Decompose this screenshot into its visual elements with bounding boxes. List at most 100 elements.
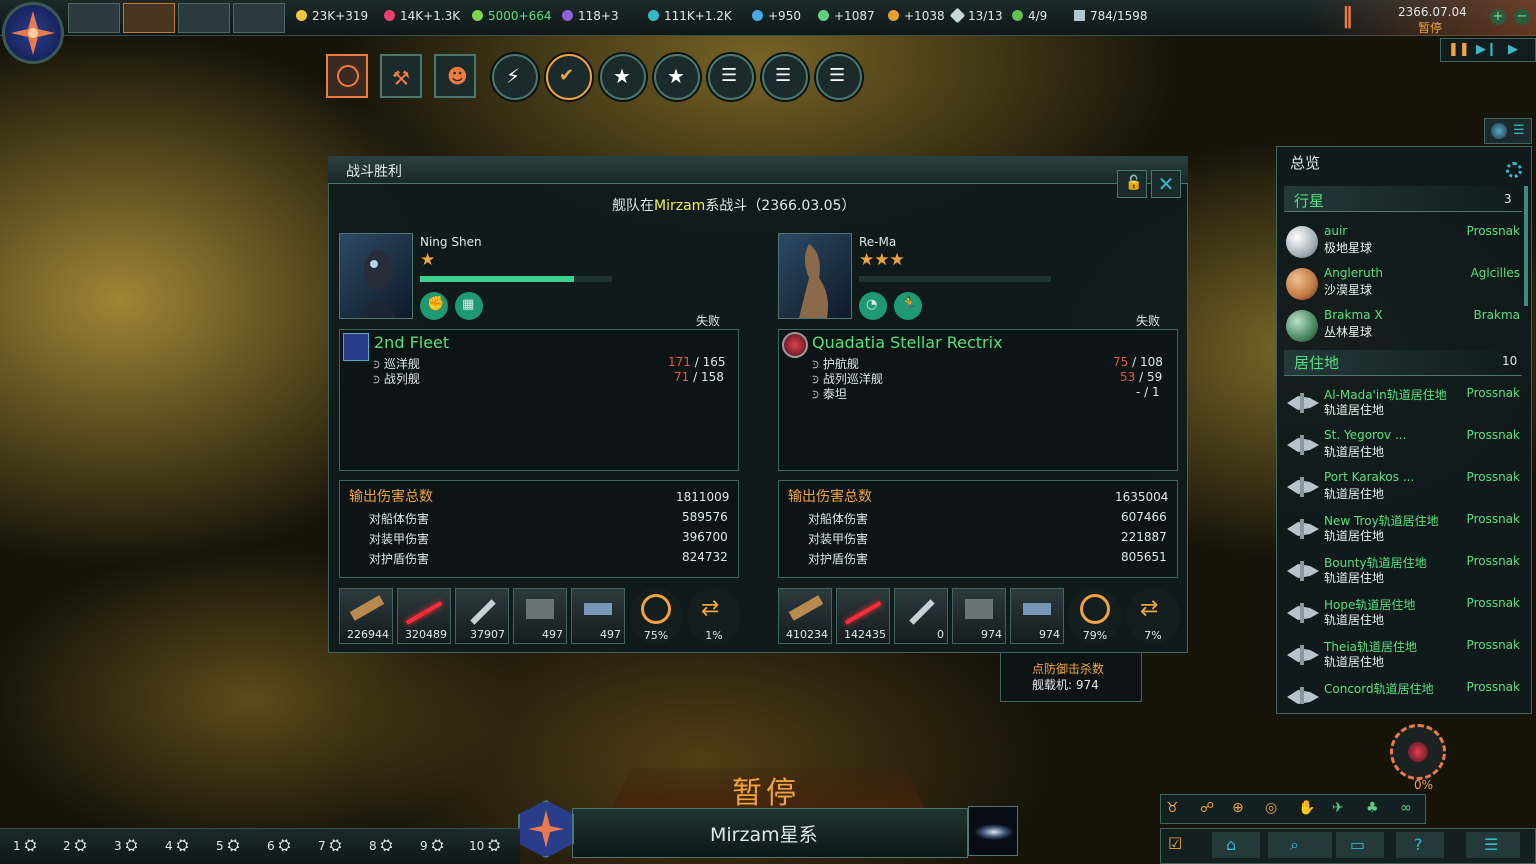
alert-leader-button[interactable]: ☻ bbox=[434, 54, 476, 98]
trait-armor-icon[interactable]: ▦ bbox=[455, 292, 483, 320]
outliner-scrollbar[interactable] bbox=[1524, 186, 1528, 306]
resource-physics[interactable]: +950 bbox=[752, 9, 801, 23]
situation-log-icon[interactable] bbox=[123, 3, 175, 33]
speed-up-icon[interactable]: + bbox=[1490, 9, 1506, 25]
trait-runner-icon[interactable]: 🏃 bbox=[894, 292, 922, 320]
habitat-icon bbox=[1287, 519, 1319, 539]
alert-anomaly-button[interactable]: ✔ bbox=[546, 54, 592, 100]
list-item-habitat-7[interactable]: Concord轨道居住地 Prossnak bbox=[1284, 680, 1522, 704]
links-icon[interactable]: ∞ bbox=[1400, 800, 1412, 816]
alert-timer-button[interactable] bbox=[326, 54, 368, 98]
weapon-pointdefense-left[interactable]: 497 bbox=[513, 588, 567, 644]
main-menu-button[interactable]: ☰ bbox=[1466, 832, 1520, 858]
system-owner-emblem[interactable] bbox=[518, 800, 574, 858]
leader-portrait-right[interactable] bbox=[778, 233, 852, 319]
contacts-icon[interactable] bbox=[68, 3, 120, 33]
resource-food[interactable]: 5000+664 bbox=[472, 9, 552, 23]
diplomacy-icon[interactable]: ✋ bbox=[1298, 800, 1315, 816]
evasion-right[interactable]: ⇄ 7% bbox=[1126, 588, 1180, 644]
resource-society[interactable]: +1087 bbox=[818, 9, 875, 23]
weapon-kinetic-right[interactable]: 410234 bbox=[778, 588, 832, 644]
fleet-group-2[interactable]: 2 ⛭ bbox=[63, 836, 86, 854]
weapon-kinetic-left[interactable]: 226944 bbox=[339, 588, 393, 644]
weapon-strikecraft-left[interactable]: 497 bbox=[571, 588, 625, 644]
ship-count-right-1: 53 / 59 bbox=[1120, 370, 1163, 384]
pause-icon[interactable]: ‖ bbox=[1342, 6, 1362, 28]
empire-emblem-icon[interactable] bbox=[2, 2, 64, 64]
fleet-group-4[interactable]: 4 ⛭ bbox=[165, 836, 188, 854]
map-mode-icon-1[interactable]: ♉ bbox=[1166, 800, 1179, 816]
resource-influence[interactable]: 118+3 bbox=[562, 9, 619, 23]
list-item-planet-1[interactable]: Angleruth 沙漠星球 Aglcilles bbox=[1284, 266, 1522, 306]
trait-aggressive-icon[interactable]: ✊ bbox=[420, 292, 448, 320]
hit-chance-left[interactable]: 75% bbox=[629, 588, 683, 644]
ship-count-right-2: - / 1 bbox=[1136, 385, 1160, 399]
fleet-group-7[interactable]: 7 ⛭ bbox=[318, 836, 341, 854]
ship-progress-ring[interactable] bbox=[1390, 724, 1446, 780]
resource-planets[interactable]: 4/9 bbox=[1012, 9, 1047, 23]
play-step-icon[interactable]: ▶❙ bbox=[1476, 42, 1497, 57]
fleet-group-8[interactable]: 8 ⛭ bbox=[369, 836, 392, 854]
alert-construction-button[interactable]: ⚒ bbox=[380, 54, 422, 98]
fleet-group-5[interactable]: 5 ⛭ bbox=[216, 836, 239, 854]
help-button[interactable]: ? bbox=[1396, 832, 1444, 858]
pin-button[interactable]: 🔓 bbox=[1117, 170, 1147, 198]
list-item-habitat-1[interactable]: St. Yegorov ... 轨道居住地 Prossnak bbox=[1284, 428, 1522, 468]
map-mode-icon-3[interactable]: ⊕ bbox=[1232, 800, 1244, 816]
system-name[interactable]: Mirzam星系 bbox=[710, 820, 818, 847]
fleet-group-9[interactable]: 9 ⛭ bbox=[420, 836, 443, 854]
trade-icon[interactable]: ✈ bbox=[1332, 800, 1344, 816]
pause-small-icon[interactable]: ❚❚ bbox=[1448, 42, 1470, 57]
trait-tactician-icon[interactable]: ◔ bbox=[859, 292, 887, 320]
resource-unity[interactable]: 111K+1.2K bbox=[648, 9, 732, 23]
map-mode-icon-4[interactable]: ◎ bbox=[1265, 800, 1277, 816]
list-item-habitat-2[interactable]: Port Karakos ... 轨道居住地 Prossnak bbox=[1284, 470, 1522, 510]
close-button[interactable]: ✕ bbox=[1151, 170, 1181, 198]
alert-edict-button-1[interactable]: ☰ bbox=[708, 54, 754, 100]
leader-portrait-left[interactable] bbox=[339, 233, 413, 319]
list-item-planet-2[interactable]: Brakma X 丛林星球 Brakma bbox=[1284, 308, 1522, 348]
species-icon[interactable]: ♣ bbox=[1366, 800, 1379, 816]
list-item-habitat-0[interactable]: Al-Mada'in轨道居住地 轨道居住地 Prossnak bbox=[1284, 386, 1522, 426]
resource-minerals[interactable]: 14K+1.3K bbox=[384, 9, 460, 23]
weapon-laser-right[interactable]: 142435 bbox=[836, 588, 890, 644]
map-mode-icon-2[interactable]: ☍ bbox=[1200, 800, 1214, 816]
fleet-group-10[interactable]: 10 ⛭ bbox=[469, 836, 500, 854]
rank-chevron-icon: ⪾ bbox=[812, 387, 823, 401]
speed-down-icon[interactable]: − bbox=[1514, 9, 1530, 25]
settings-gear-icon[interactable] bbox=[1506, 162, 1522, 178]
alert-promote-button-2[interactable]: ★ bbox=[654, 54, 700, 100]
list-item-habitat-4[interactable]: Bounty轨道居住地 轨道居住地 Prossnak bbox=[1284, 554, 1522, 594]
alert-edict-button-2[interactable]: ☰ bbox=[762, 54, 808, 100]
fleet-group-1[interactable]: 1 ⛭ bbox=[13, 836, 36, 854]
evasion-left[interactable]: ⇄ 1% bbox=[687, 588, 741, 644]
checklist-icon[interactable]: ☑ bbox=[1168, 834, 1182, 853]
galaxy-view-button[interactable]: ⌂ bbox=[1212, 832, 1260, 858]
market-icon[interactable] bbox=[233, 3, 285, 33]
fleet-group-3[interactable]: 3 ⛭ bbox=[114, 836, 137, 854]
search-button[interactable]: ⌕ bbox=[1268, 832, 1332, 858]
alert-promote-button-1[interactable]: ★ bbox=[600, 54, 646, 100]
weapon-missile-right[interactable]: 0 bbox=[894, 588, 948, 644]
list-item-planet-0[interactable]: auir 极地星球 Prossnak bbox=[1284, 224, 1522, 264]
list-item-habitat-6[interactable]: Theia轨道居住地 轨道居住地 Prossnak bbox=[1284, 638, 1522, 678]
fast-forward-icon[interactable]: ▶ bbox=[1508, 42, 1518, 57]
resource-edicts[interactable]: 13/13 bbox=[949, 7, 1003, 24]
resource-energy[interactable]: 23K+319 bbox=[296, 9, 368, 23]
weapon-strikecraft-right[interactable]: 974 bbox=[1010, 588, 1064, 644]
list-item-habitat-5[interactable]: Hope轨道居住地 轨道居住地 Prossnak bbox=[1284, 596, 1522, 636]
weapon-missile-left[interactable]: 37907 bbox=[455, 588, 509, 644]
resource-engineering[interactable]: +1038 bbox=[888, 9, 945, 23]
weapon-pointdefense-right[interactable]: 974 bbox=[952, 588, 1006, 644]
list-item-habitat-3[interactable]: New Troy轨道居住地 轨道居住地 Prossnak bbox=[1284, 512, 1522, 552]
alert-event-button[interactable]: ⚡ bbox=[492, 54, 538, 100]
weapon-laser-left[interactable]: 320489 bbox=[397, 588, 451, 644]
outliner-toggle[interactable]: ☰ bbox=[1484, 118, 1532, 144]
alert-edict-button-3[interactable]: ☰ bbox=[816, 54, 862, 100]
resource-fleet[interactable]: 784/1598 bbox=[1074, 9, 1148, 23]
galaxy-view-icon[interactable] bbox=[968, 806, 1018, 856]
fleet-group-6[interactable]: 6 ⛭ bbox=[267, 836, 290, 854]
messages-button[interactable]: ▭ bbox=[1336, 832, 1384, 858]
research-icon[interactable] bbox=[178, 3, 230, 33]
hit-chance-right[interactable]: 79% bbox=[1068, 588, 1122, 644]
